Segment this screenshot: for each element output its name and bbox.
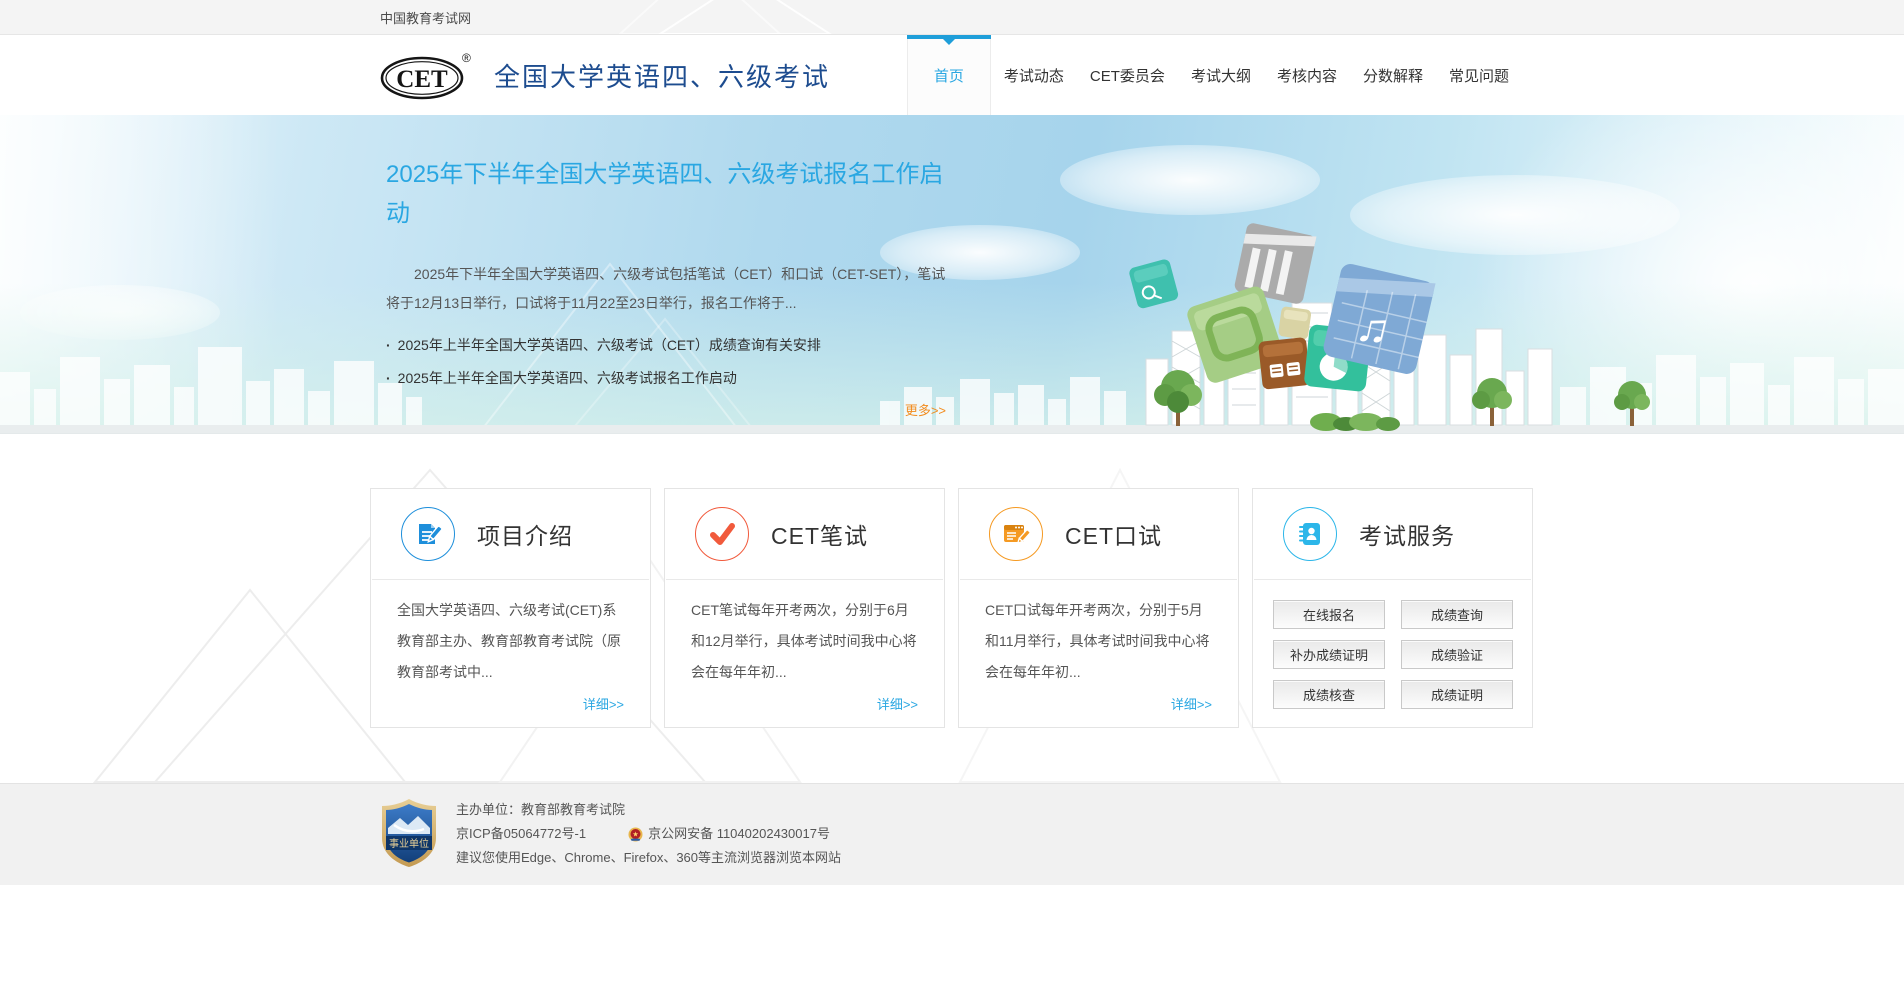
public-institution-badge: 事业单位 [382,799,436,867]
top-utility-bar: 中国教育考试网 [0,0,1904,35]
main-nav: 首页 考试动态 CET委员会 考试大纲 考核内容 分数解释 常见问题 [906,35,1522,115]
registered-mark: ® [462,51,471,65]
news-list: 2025年上半年全国大学英语四、六级考试（CET）成绩查询有关安排 2025年上… [386,334,1532,389]
card-exam-services: 考试服务 在线报名 成绩查询 补办成绩证明 成绩验证 成绩核查 成绩证明 [1252,488,1533,728]
police-badge-icon: ★ [628,827,643,841]
featured-news-headline[interactable]: 2025年下半年全国大学英语四、六级考试报名工作启动 [386,155,961,233]
organizer-line: 主办单位：教育部教育考试院 [456,802,626,817]
icp-license-link[interactable]: 京ICP备05064772号-1 [456,822,586,846]
detail-link[interactable]: 详细>> [557,694,650,727]
online-registration-button[interactable]: 在线报名 [1273,600,1385,629]
nav-item-home[interactable]: 首页 [906,35,991,115]
checkmark-icon [695,507,749,561]
notebook-person-icon [1283,507,1337,561]
score-certificate-button[interactable]: 成绩证明 [1401,680,1513,709]
detail-link[interactable]: 详细>> [851,694,944,727]
featured-news-summary: 2025年下半年全国大学英语四、六级考试包括笔试（CET）和口试（CET-SET… [386,266,946,311]
card-body-text: CET口试每年开考两次，分别于5月和11月举行，具体考试时间我中心将会在每年年初… [985,602,1210,680]
cet-logo-text: CET [396,66,448,93]
card-written-test: CET笔试 CET笔试每年开考两次，分别于6月和12月举行，具体考试时间我中心将… [664,488,945,728]
card-program-intro: 项目介绍 全国大学英语四、六级考试(CET)系教育部主办、教育部教育考试院（原教… [370,488,651,728]
card-body-text: 全国大学英语四、六级考试(CET)系教育部主办、教育部教育考试院（原教育部考试中… [397,602,621,680]
portal-site-name: 中国教育考试网 [380,10,472,26]
card-title: 考试服务 [1359,523,1455,549]
badge-label: 事业单位 [389,837,429,850]
site-title: 全国大学英语四、六级考试 [494,61,831,92]
nav-item-cet-committee[interactable]: CET委员会 [1077,35,1178,115]
hero-banner: ♫ 2025年下半年全国大学英语四、六级考试报名工作启动 2025年下半年全国大… [0,115,1904,434]
feature-cards-section: 项目介绍 全国大学英语四、六级考试(CET)系教育部主办、教育部教育考试院（原教… [0,434,1904,783]
score-verification-button[interactable]: 成绩验证 [1401,640,1513,669]
bottom-whitespace [0,885,1904,985]
cet-logo[interactable]: CET ® [378,49,474,101]
card-oral-test: CET口试 CET口试每年开考两次，分别于5月和11月举行，具体考试时间我中心将… [958,488,1239,728]
document-pencil-icon [401,507,455,561]
page-footer: 事业单位 主办单位：教育部教育考试院 京ICP备05064772号-1 ★ 京公… [0,783,1904,885]
svg-text:★: ★ [632,830,638,838]
news-list-item[interactable]: 2025年上半年全国大学英语四、六级考试报名工作启动 [386,367,1532,389]
nav-item-exam-syllabus[interactable]: 考试大纲 [1178,35,1264,115]
card-title: CET笔试 [771,523,868,549]
nav-item-faq[interactable]: 常见问题 [1436,35,1522,115]
card-title: 项目介绍 [477,523,573,549]
nav-item-assessment-content[interactable]: 考核内容 [1264,35,1350,115]
card-title: CET口试 [1065,523,1162,549]
card-body-text: CET笔试每年开考两次，分别于6月和12月举行，具体考试时间我中心将会在每年年初… [691,602,917,680]
nav-item-score-interpretation[interactable]: 分数解释 [1350,35,1436,115]
more-news-link[interactable]: 更多>> [386,400,946,419]
detail-link[interactable]: 详细>> [1145,694,1238,727]
score-query-button[interactable]: 成绩查询 [1401,600,1513,629]
score-recheck-button[interactable]: 成绩核查 [1273,680,1385,709]
site-header: CET ® 全国大学英语四、六级考试 首页 考试动态 CET委员会 考试大纲 考… [0,35,1904,115]
reissue-score-certificate-button[interactable]: 补办成绩证明 [1273,640,1385,669]
news-list-item[interactable]: 2025年上半年全国大学英语四、六级考试（CET）成绩查询有关安排 [386,334,1532,356]
browser-tip: 建议您使用Edge、Chrome、Firefox、360等主流浏览器浏览本网站 [456,850,842,865]
police-record-link[interactable]: 京公网安备 11040202430017号 [648,822,830,846]
service-buttons: 在线报名 成绩查询 补办成绩证明 成绩验证 成绩核查 成绩证明 [1253,580,1532,709]
cet-homepage: 中国教育考试网 CET ® 全国大学英语四、六级考试 首页 考试动态 CET委员… [0,0,1904,985]
nav-item-exam-news[interactable]: 考试动态 [991,35,1077,115]
browser-edit-icon [989,507,1043,561]
